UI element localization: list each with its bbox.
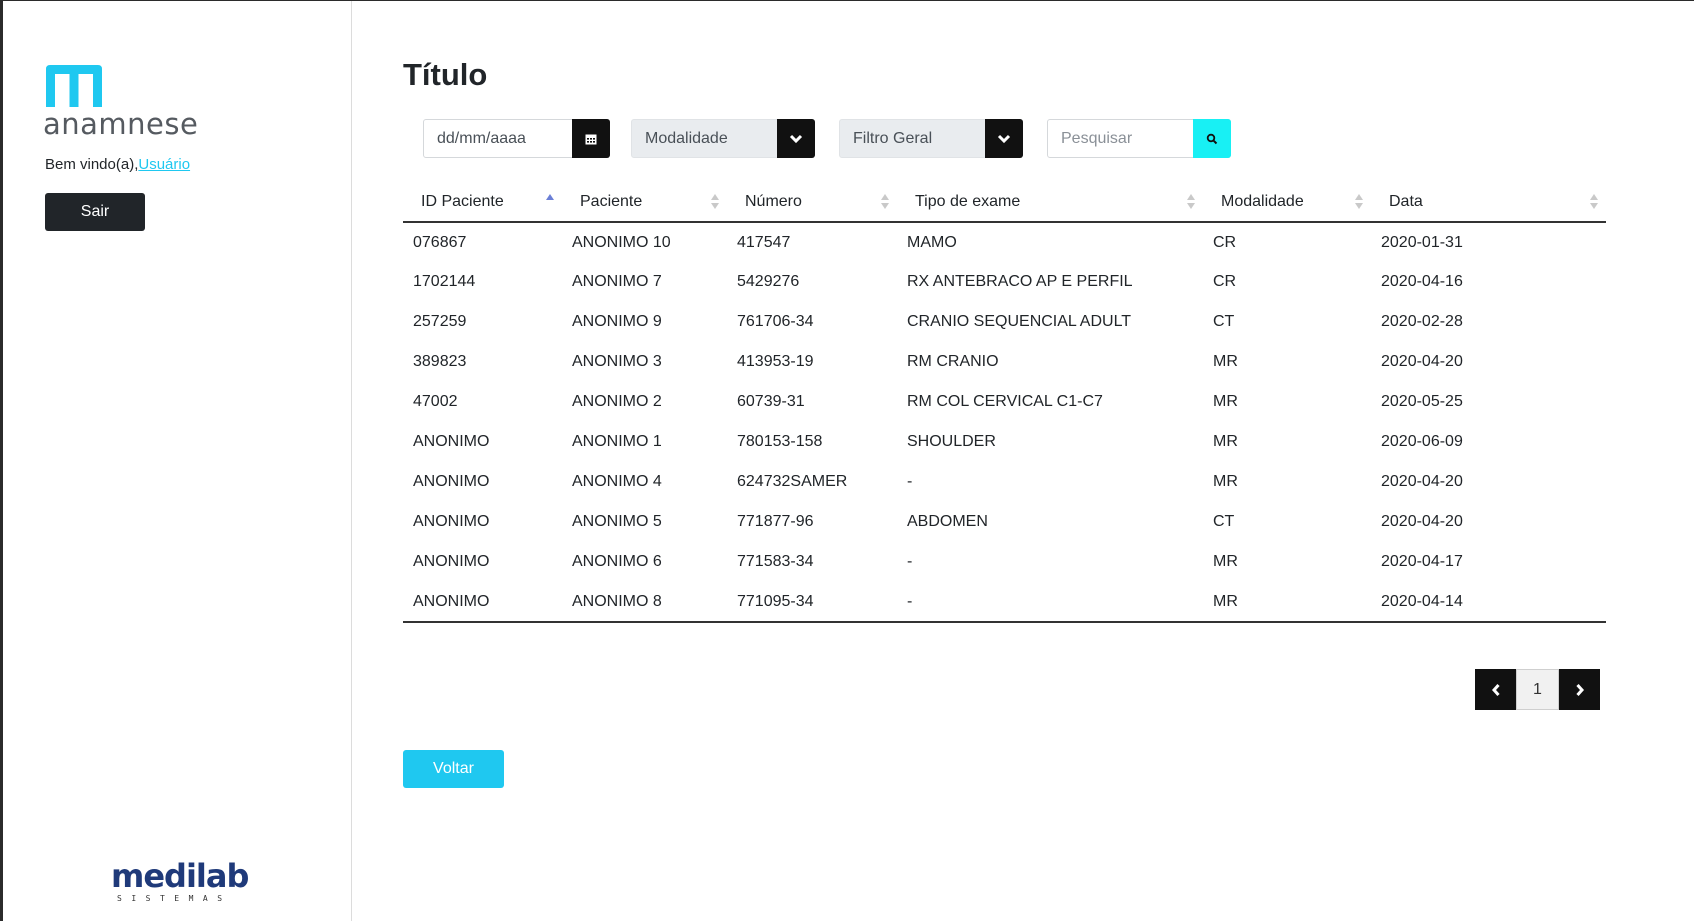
page-title: Título (403, 57, 488, 92)
page-number-button[interactable]: 1 (1516, 669, 1559, 710)
prev-page-button[interactable] (1475, 669, 1516, 710)
column-header-paciente[interactable]: Paciente (562, 182, 727, 223)
search-button[interactable] (1193, 119, 1231, 158)
chevron-down-icon (789, 134, 803, 143)
modality-select[interactable]: Modalidade (631, 119, 815, 158)
table-row[interactable]: 47002 ANONIMO 2 60739-31 RM COL CERVICAL C1… (403, 382, 1606, 422)
exam-table: ID Paciente Paciente Número Tipo de exam… (403, 182, 1606, 623)
column-header-numero[interactable]: Número (727, 182, 897, 223)
welcome-prefix: Bem vindo(a), (45, 156, 139, 173)
anamnese-logo-icon (46, 65, 102, 107)
table-row[interactable]: ANONIMO ANONIMO 6 771583-34- MR 2020-04-17 (403, 542, 1606, 582)
table-row[interactable]: 1702144 ANONIMO 7 5429276 RX ANTEBRACO AP E… (403, 262, 1606, 302)
medilab-logo-word: medilab (111, 857, 249, 895)
chevron-down-icon (997, 134, 1011, 143)
table-row[interactable]: 076867 ANONIMO 10 417547 MAMO CR 2020-01-31 (403, 222, 1606, 262)
app-window: anamnese Bem vindo(a),Usuário Sair medil… (0, 0, 1694, 921)
column-header-id-paciente[interactable]: ID Paciente (403, 182, 562, 223)
modality-select-value: Modalidade (645, 129, 728, 147)
general-filter-select[interactable]: Filtro Geral (839, 119, 1023, 158)
table-row[interactable]: ANONIMO ANONIMO 8 771095-34- MR 2020-04-14 (403, 582, 1606, 623)
modality-dropdown-button[interactable] (777, 119, 815, 158)
chevron-right-icon (1575, 683, 1584, 696)
date-input[interactable]: dd/mm/aaaa (424, 120, 572, 157)
sort-icon (1590, 194, 1598, 210)
medilab-logo-sub: SISTEMAS (117, 894, 232, 903)
user-link[interactable]: Usuário (138, 156, 190, 173)
next-page-button[interactable] (1559, 669, 1600, 710)
back-button[interactable]: Voltar (403, 750, 504, 788)
sort-icon (881, 194, 889, 210)
search-box[interactable]: Pesquisar (1047, 119, 1231, 158)
table-row[interactable]: 257259 ANONIMO 9 761706-34 CRANIO SEQUENCIA… (403, 302, 1606, 342)
table-row[interactable]: ANONIMO ANONIMO 1 780153-158 SHOULDER MR 2020… (403, 422, 1606, 462)
table-row[interactable]: ANONIMO ANONIMO 5 771877-96 ABDOMEN CT 2020-0… (403, 502, 1606, 542)
main-content: Título dd/mm/aaaa Modalidade Filtro Gera… (403, 0, 1663, 921)
pagination: 1 (1475, 669, 1600, 710)
table-header-row: ID Paciente Paciente Número Tipo de exam… (403, 182, 1606, 223)
calendar-icon (585, 134, 597, 144)
sort-icon (1187, 194, 1195, 210)
logout-button[interactable]: Sair (45, 193, 145, 231)
sort-icon (711, 194, 719, 210)
chevron-left-icon (1491, 683, 1500, 696)
table-row[interactable]: 389823 ANONIMO 3 413953-19 RM CRANIO MR 2020-… (403, 342, 1606, 382)
general-filter-value: Filtro Geral (853, 129, 933, 147)
general-filter-dropdown-button[interactable] (985, 119, 1023, 158)
sort-icon (1355, 194, 1363, 210)
app-name: anamnese (43, 107, 199, 141)
table-row[interactable]: ANONIMO ANONIMO 4 624732SAMER - MR 2020-04-20 (403, 462, 1606, 502)
column-header-data[interactable]: Data (1371, 182, 1606, 223)
sidebar: anamnese Bem vindo(a),Usuário Sair medil… (3, 1, 352, 921)
medilab-logo: medilab SISTEMAS (111, 859, 251, 903)
search-icon (1206, 133, 1218, 144)
date-filter[interactable]: dd/mm/aaaa (423, 119, 610, 158)
calendar-button[interactable] (572, 119, 610, 158)
search-input[interactable]: Pesquisar (1048, 120, 1193, 157)
column-header-tipo-exame[interactable]: Tipo de exame (897, 182, 1203, 223)
column-header-modalidade[interactable]: Modalidade (1203, 182, 1371, 223)
welcome-text: Bem vindo(a),Usuário (45, 156, 190, 173)
sort-asc-icon (546, 194, 554, 210)
